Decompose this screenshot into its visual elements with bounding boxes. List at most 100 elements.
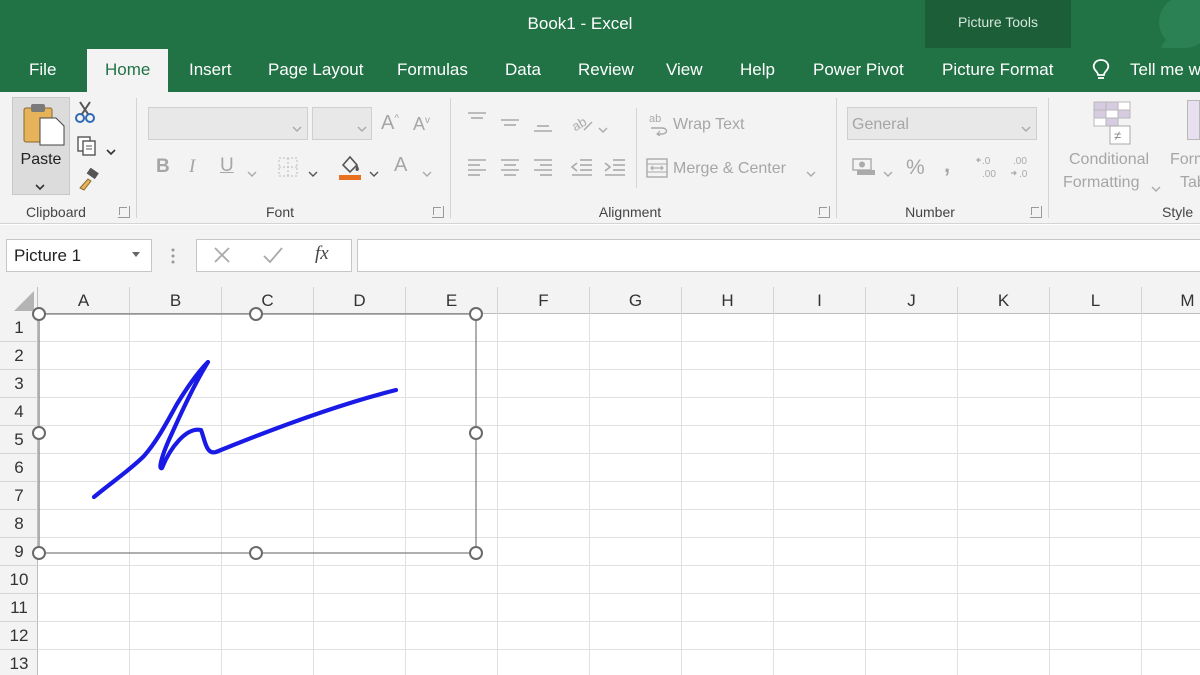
chevron-down-icon[interactable] [806,165,816,183]
tab-review[interactable]: Review [578,48,634,92]
row-header-10[interactable]: 10 [0,566,38,594]
column-header-l[interactable]: L [1050,287,1142,314]
format-as-table-label-1[interactable]: Form [1170,151,1200,169]
name-box[interactable]: Picture 1 [6,239,152,272]
chevron-down-icon[interactable] [422,165,432,183]
resize-handle[interactable] [32,307,46,321]
divider [636,108,637,188]
tab-picture-format[interactable]: Picture Format [942,48,1053,92]
resize-handle[interactable] [469,426,483,440]
row-header-11[interactable]: 11 [0,594,38,622]
picture-1[interactable] [0,300,500,570]
column-header-i[interactable]: I [774,287,866,314]
number-launcher-icon[interactable] [1030,206,1042,218]
font-color-button[interactable]: A [394,154,407,177]
paste-icon [22,102,66,151]
number-format-value: General [852,116,909,133]
more-options-icon[interactable] [170,247,176,270]
tab-page-layout[interactable]: Page Layout [268,48,363,92]
align-right-icon[interactable] [532,157,554,182]
tab-formulas[interactable]: Formulas [397,48,468,92]
percent-style-button[interactable]: % [906,156,925,180]
wrap-text-icon[interactable]: ab [648,112,670,141]
divider [136,98,137,218]
italic-button[interactable]: I [189,156,195,178]
font-launcher-icon[interactable] [432,206,444,218]
resize-handle[interactable] [469,546,483,560]
increase-decimal-icon[interactable]: .0.00 [976,154,1002,185]
column-header-f[interactable]: F [498,287,590,314]
clipboard-launcher-icon[interactable] [118,206,130,218]
resize-handle[interactable] [249,546,263,560]
tab-view[interactable]: View [666,48,703,92]
format-painter-icon[interactable] [76,167,100,197]
column-header-g[interactable]: G [590,287,682,314]
enter-icon[interactable] [262,245,284,270]
number-format-select[interactable]: General [847,107,1037,140]
alignment-launcher-icon[interactable] [818,206,830,218]
resize-handle[interactable] [32,546,46,560]
resize-handle[interactable] [32,426,46,440]
chevron-down-icon[interactable] [883,165,893,183]
align-center-icon[interactable] [499,157,521,182]
chevron-down-icon[interactable] [369,165,379,183]
insert-function-button[interactable]: fx [315,243,329,265]
tab-help[interactable]: Help [740,48,775,92]
resize-handle[interactable] [249,307,263,321]
tab-insert[interactable]: Insert [189,48,232,92]
paste-dropdown-icon [35,178,45,196]
bold-button[interactable]: B [156,156,170,178]
column-header-m[interactable]: M [1142,287,1200,314]
tell-me-search[interactable]: Tell me w [1090,48,1200,92]
row-header-12[interactable]: 12 [0,622,38,650]
gridline [38,649,1200,650]
align-middle-icon[interactable] [499,114,521,137]
column-header-k[interactable]: K [958,287,1050,314]
column-header-h[interactable]: H [682,287,774,314]
chevron-down-icon[interactable] [247,165,257,183]
increase-font-size-icon[interactable]: A^ [381,112,399,135]
row-header-13[interactable]: 13 [0,650,38,675]
cancel-icon[interactable] [212,245,232,270]
cut-icon[interactable] [74,100,96,129]
conditional-formatting-icon[interactable]: ≠ [1092,100,1136,151]
tell-me-text: Tell me w [1130,60,1200,79]
borders-icon[interactable] [277,156,299,183]
svg-text:.00: .00 [1013,156,1027,167]
increase-indent-icon[interactable] [603,157,627,182]
font-name-select[interactable] [148,107,308,140]
chevron-down-icon[interactable] [598,121,608,139]
conditional-formatting-label-1[interactable]: Conditional [1069,151,1149,169]
format-as-table-icon[interactable] [1187,100,1200,140]
chevron-down-icon[interactable] [1151,180,1161,198]
tab-data[interactable]: Data [505,48,541,92]
resize-handle[interactable] [469,307,483,321]
chevron-down-icon[interactable] [308,165,318,183]
merge-center-icon[interactable] [645,157,669,184]
tab-file[interactable]: File [29,48,56,92]
decrease-decimal-icon[interactable]: .00.0 [1010,154,1036,185]
name-box-dropdown-icon[interactable] [132,252,140,257]
decrease-font-size-icon[interactable]: Av [413,114,430,135]
accounting-format-icon[interactable] [851,156,877,183]
formula-input[interactable] [357,239,1200,272]
comma-style-icon[interactable]: , [944,152,950,178]
align-bottom-icon[interactable] [532,118,554,141]
orientation-icon[interactable]: ab [569,112,594,139]
tab-power-pivot[interactable]: Power Pivot [813,48,904,92]
tab-home[interactable]: Home [87,49,169,92]
decrease-indent-icon[interactable] [570,157,594,182]
svg-text:.00: .00 [982,169,996,180]
wrap-text-button[interactable]: Wrap Text [673,116,744,134]
picture-tools-label: Picture Tools [958,14,1038,30]
copy-icon[interactable] [76,135,98,162]
copy-dropdown-icon[interactable] [106,143,116,161]
align-top-icon[interactable] [466,110,488,133]
fill-color-icon[interactable] [337,153,363,186]
format-as-table-label-2[interactable]: Tab [1180,174,1200,192]
merge-center-button[interactable]: Merge & Center [673,160,786,178]
conditional-formatting-label-2[interactable]: Formatting [1063,174,1139,192]
align-left-icon[interactable] [466,157,488,182]
column-header-j[interactable]: J [866,287,958,314]
underline-button[interactable]: U [220,155,234,177]
